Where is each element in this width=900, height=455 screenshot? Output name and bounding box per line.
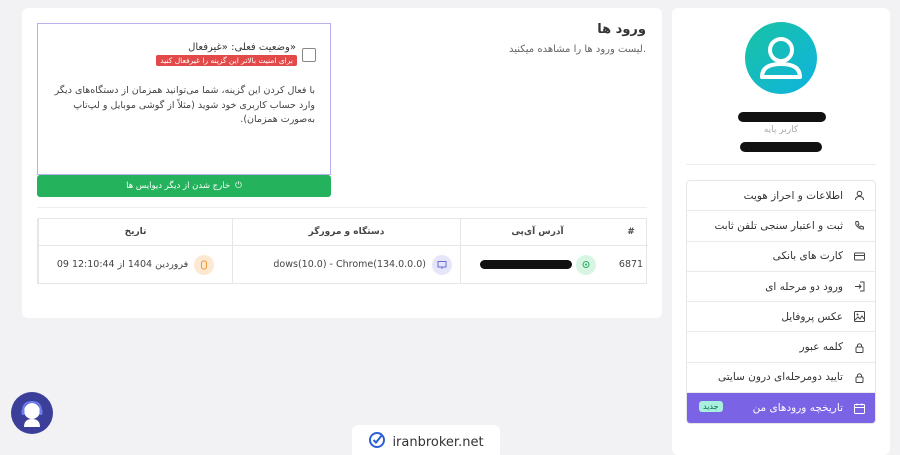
sidebar-item-label: کارت های بانکی bbox=[772, 250, 843, 263]
location-icon bbox=[575, 254, 596, 275]
header-date: تاریخ bbox=[38, 219, 232, 245]
sidebar-menu: اطلاعات و احراز هویت ثبت و اعتبار سنجی ت… bbox=[686, 180, 876, 425]
support-agent-icon bbox=[21, 400, 43, 427]
header-ip: آدرس آی‌پی bbox=[460, 219, 614, 245]
table-row-num: 6871 bbox=[614, 245, 648, 283]
header-device: دستگاه و مرورگر bbox=[232, 219, 460, 245]
description-text: با فعال کردن این گزینه، شما می‌توانید هم… bbox=[54, 85, 315, 125]
sidebar-item-label: تاریخچه ورودهای من bbox=[752, 402, 843, 415]
sidebar-item-label: کلمه عبور bbox=[799, 341, 843, 354]
sidebar-item-profile-photo[interactable]: عکس پروفایل bbox=[687, 302, 875, 333]
site-badge[interactable]: iranbroker.net bbox=[352, 425, 500, 455]
user-role: کاربر پایه bbox=[763, 125, 799, 135]
table-row-device: dows(10.0) - Chrome(134.0.0.0) bbox=[232, 245, 460, 283]
logout-label: خارج شدن از دیگر دیوایس ها bbox=[126, 181, 231, 191]
sidebar-item-label: تایید دومرحله‌ای درون سایتی bbox=[717, 371, 843, 384]
page-title: ورود ها bbox=[597, 22, 646, 37]
user-avatar-icon bbox=[760, 37, 802, 79]
sidebar-item-landline[interactable]: ثبت و اعتبار سنجی تلفن ثابت bbox=[687, 211, 875, 242]
check-logo-icon bbox=[368, 431, 386, 453]
support-chat-button[interactable] bbox=[11, 392, 53, 434]
profile-sidebar: کاربر پایه اطلاعات و احراز هویت ثبت و اع… bbox=[672, 8, 890, 455]
status-text: وضعیت فعلی: «غیرفعال» bbox=[188, 42, 296, 53]
new-badge: جدید bbox=[699, 401, 723, 413]
multi-login-panel: وضعیت فعلی: «غیرفعال» برای امنیت بالاتر … bbox=[37, 23, 331, 175]
site-name: iranbroker.net bbox=[392, 434, 484, 450]
sidebar-item-site-two-step[interactable]: تایید دومرحله‌ای درون سایتی bbox=[687, 363, 875, 394]
sidebar-item-two-step[interactable]: ورود دو مرحله ای bbox=[687, 272, 875, 303]
login-icon bbox=[853, 281, 865, 293]
warning-badge: برای امنیت بالاتر این گزینه را غیرفعال ک… bbox=[156, 55, 297, 66]
table-row-date: 09 فروردین 1404 از 12:10:44 bbox=[38, 245, 232, 283]
sidebar-item-password[interactable]: کلمه عبور bbox=[687, 332, 875, 363]
divider bbox=[686, 164, 876, 165]
sidebar-item-label: ثبت و اعتبار سنجی تلفن ثابت bbox=[714, 219, 843, 232]
page-subtitle: لیست ورود ها را مشاهده میکنید. bbox=[508, 44, 646, 55]
sidebar-item-login-history[interactable]: جدید تاریخچه ورودهای من bbox=[687, 393, 875, 424]
card-icon bbox=[853, 250, 865, 262]
lock-icon bbox=[853, 371, 865, 383]
avatar bbox=[745, 22, 817, 94]
logout-other-devices-button[interactable]: خارج شدن از دیگر دیوایس ها ⏻ bbox=[37, 175, 331, 197]
calendar-icon bbox=[853, 402, 865, 414]
redacted-ip bbox=[479, 260, 572, 269]
lock-icon bbox=[853, 341, 865, 353]
redacted-phone bbox=[740, 142, 822, 152]
phone-icon bbox=[853, 220, 865, 232]
sidebar-item-bank-cards[interactable]: کارت های بانکی bbox=[687, 242, 875, 272]
date-cell: 09 فروردین 1404 از 12:10:44 bbox=[56, 259, 189, 270]
sidebar-item-label: ورود دو مرحله ای bbox=[765, 280, 843, 293]
logins-table: تاریخ دستگاه و مرورگر آدرس آی‌پی # 09 فر… bbox=[37, 218, 648, 284]
logins-panel: ورود ها لیست ورود ها را مشاهده میکنید. و… bbox=[22, 8, 662, 318]
sidebar-item-identity[interactable]: اطلاعات و احراز هویت bbox=[687, 181, 875, 212]
clock-icon bbox=[194, 254, 215, 275]
redacted-name bbox=[738, 112, 826, 122]
sidebar-item-label: اطلاعات و احراز هویت bbox=[743, 189, 843, 202]
user-icon bbox=[853, 190, 865, 202]
table-row-ip bbox=[460, 245, 614, 283]
sidebar-item-label: عکس پروفایل bbox=[781, 310, 843, 323]
monitor-icon bbox=[432, 254, 452, 275]
header-num: # bbox=[627, 227, 635, 237]
divider bbox=[37, 207, 647, 208]
power-icon: ⏻ bbox=[235, 181, 242, 191]
multi-login-checkbox[interactable] bbox=[302, 48, 316, 62]
image-icon bbox=[853, 311, 865, 323]
device-cell: dows(10.0) - Chrome(134.0.0.0) bbox=[273, 259, 426, 270]
